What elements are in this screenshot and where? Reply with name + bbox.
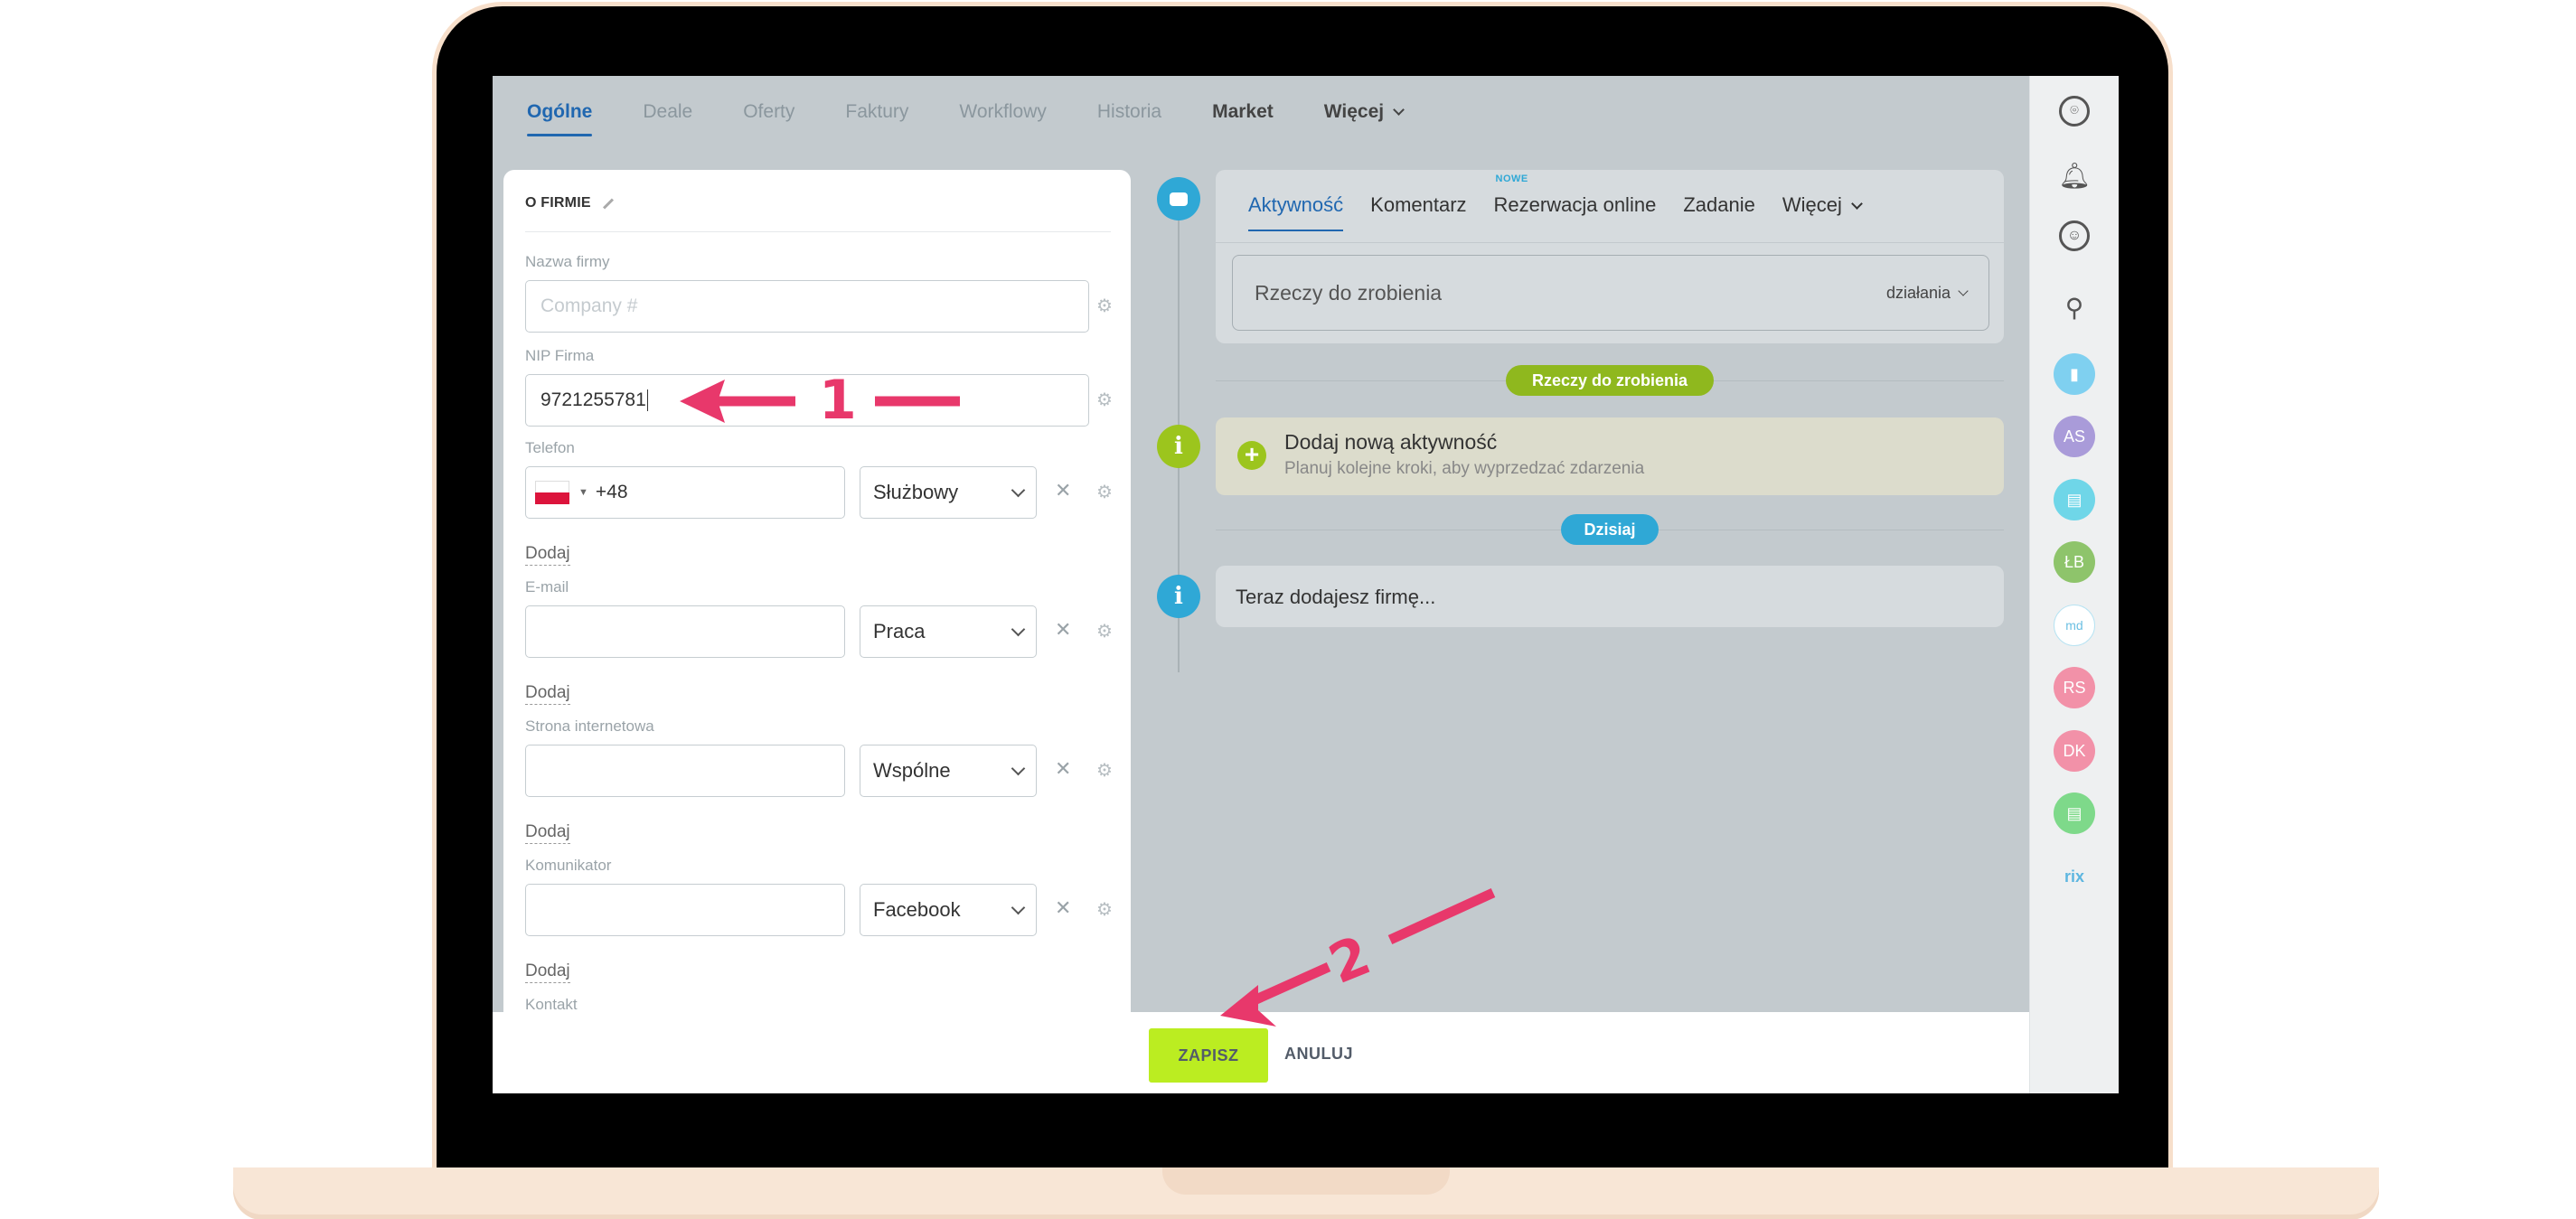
messenger-label: Komunikator — [525, 857, 612, 874]
tab-deale[interactable]: Deale — [643, 99, 692, 139]
save-button[interactable]: ZAPISZ — [1149, 1028, 1268, 1083]
chevron-down-icon — [1958, 285, 1969, 296]
section-header: O FIRMIE — [525, 195, 615, 211]
top-tabs: Ogólne Deale Oferty Faktury Workflowy Hi… — [527, 99, 1453, 139]
todo-input[interactable]: Rzeczy do zrobienia działania — [1232, 255, 1989, 331]
info-text: Teraz dodajesz firmę... — [1236, 586, 1436, 608]
right-sidebar: ⌾ 🔔︎ ☺ ⚲ ▮ AS ▤ ŁB md RS DK ▤ rix — [2029, 76, 2119, 1093]
gear-icon[interactable]: ⚙ — [1096, 620, 1113, 642]
section-title: O FIRMIE — [525, 195, 591, 211]
remove-icon[interactable]: ✕ — [1055, 618, 1071, 642]
remove-icon[interactable]: ✕ — [1055, 757, 1071, 781]
company-name-input[interactable]: Company # — [525, 280, 1089, 333]
tab-more[interactable]: Więcej — [1782, 193, 1863, 217]
tab-historia[interactable]: Historia — [1097, 99, 1161, 139]
notes-icon[interactable]: ▤ — [2054, 792, 2095, 834]
company-name-label: Nazwa firmy — [525, 253, 610, 270]
gear-icon[interactable]: ⚙ — [1096, 481, 1113, 503]
cancel-button[interactable]: ANULUJ — [1284, 1045, 1353, 1064]
nip-value: 9721255781 — [541, 389, 646, 410]
phone-label: Telefon — [525, 439, 575, 456]
today-pill: Dzisiaj — [1561, 514, 1659, 545]
comment-icon — [1157, 177, 1200, 220]
avatar-logo[interactable]: md — [2054, 605, 2095, 646]
avatar-rs[interactable]: RS — [2054, 667, 2095, 708]
todo-pill: Rzeczy do zrobienia — [1506, 365, 1714, 396]
bitrix-logo[interactable]: rix — [2054, 856, 2095, 897]
divider — [525, 231, 1111, 232]
tab-market[interactable]: Market — [1212, 99, 1274, 139]
activity-tabs: Aktywność Komentarz NOWE Rezerwacja onlin… — [1248, 173, 1888, 231]
tab-ogolne[interactable]: Ogólne — [527, 99, 593, 139]
chevron-down-icon — [1393, 104, 1405, 116]
app-screen: Ogólne Deale Oferty Faktury Workflowy Hi… — [493, 76, 2119, 1093]
tab-faktury[interactable]: Faktury — [845, 99, 908, 139]
remove-icon[interactable]: ✕ — [1055, 896, 1071, 920]
search-icon[interactable]: ⚲ — [2054, 286, 2095, 328]
gear-icon[interactable]: ⚙ — [1096, 898, 1113, 921]
tab-rezerwacja-online[interactable]: NOWE Rezerwacja online — [1494, 173, 1657, 217]
pencil-icon[interactable] — [602, 197, 614, 210]
chevron-down-icon — [1011, 900, 1026, 914]
phone-prefix: +48 — [595, 482, 628, 502]
info-icon: i — [1157, 575, 1200, 618]
bell-icon[interactable]: 🔔︎ — [2054, 155, 2095, 196]
website-label: Strona internetowa — [525, 717, 654, 735]
website-type-select[interactable]: Wspólne — [860, 745, 1037, 797]
remove-icon[interactable]: ✕ — [1055, 479, 1071, 502]
email-type-select[interactable]: Praca — [860, 605, 1037, 658]
website-input[interactable] — [525, 745, 845, 797]
avatar-dk[interactable]: DK — [2054, 730, 2095, 772]
gear-icon[interactable]: ⚙ — [1096, 389, 1113, 411]
add-activity-card[interactable]: + Dodaj nową aktywność Planuj kolejne kr… — [1216, 417, 2004, 495]
add-messenger-link[interactable]: Dodaj — [525, 961, 570, 983]
chat-group-icon[interactable]: ▤ — [2054, 479, 2095, 520]
nip-input[interactable]: 9721255781 — [525, 374, 1089, 427]
chevron-down-icon — [1011, 761, 1026, 775]
nip-label: NIP Firma — [525, 347, 595, 364]
gear-icon[interactable]: ⚙ — [1096, 759, 1113, 782]
divider — [1216, 242, 2004, 243]
messenger-input[interactable] — [525, 884, 845, 936]
tab-komentarz[interactable]: Komentarz — [1370, 193, 1466, 217]
copilot-icon[interactable]: ⌾ — [2059, 96, 2090, 127]
poland-flag-icon[interactable] — [535, 481, 569, 504]
gear-icon[interactable]: ⚙ — [1096, 295, 1113, 317]
chevron-down-icon — [1850, 198, 1863, 210]
chevron-down-icon — [1011, 622, 1026, 636]
caret-down-icon: ▼ — [578, 487, 588, 498]
todo-placeholder: Rzeczy do zrobienia — [1255, 280, 1443, 305]
info-icon: i — [1157, 425, 1200, 468]
add-activity-subtitle: Planuj kolejne kroki, aby wyprzedzać zda… — [1284, 459, 1645, 478]
actions-dropdown[interactable]: działania — [1886, 284, 1969, 303]
contact-label: Kontakt — [525, 996, 578, 1013]
text-cursor — [646, 389, 648, 411]
add-phone-link[interactable]: Dodaj — [525, 544, 570, 566]
add-email-link[interactable]: Dodaj — [525, 683, 570, 705]
laptop-notch — [1162, 1167, 1450, 1195]
avatar-as[interactable]: AS — [2054, 416, 2095, 457]
email-label: E-mail — [525, 578, 569, 595]
tab-aktywnosc[interactable]: Aktywność — [1248, 193, 1344, 231]
tab-more[interactable]: Więcej — [1324, 99, 1405, 139]
company-form-card: O FIRMIE Nazwa firmy Company # ⚙ NIP Fir… — [503, 170, 1131, 1093]
bottom-action-bar: ZAPISZ ANULUJ — [493, 1012, 2029, 1093]
plus-icon[interactable]: + — [1237, 441, 1266, 470]
phone-type-select[interactable]: Służbowy — [860, 466, 1037, 519]
phone-input[interactable]: ▼ +48 — [525, 466, 845, 519]
new-badge: NOWE — [1495, 173, 1528, 184]
info-card: Teraz dodajesz firmę... — [1216, 566, 2004, 627]
chevron-down-icon — [1011, 483, 1026, 497]
tab-workflowy[interactable]: Workflowy — [959, 99, 1046, 139]
messenger-type-select[interactable]: Facebook — [860, 884, 1037, 936]
chat-support-icon[interactable]: ☺ — [2059, 220, 2090, 251]
tab-oferty[interactable]: Oferty — [743, 99, 794, 139]
email-input[interactable] — [525, 605, 845, 658]
bookmark-icon[interactable]: ▮ — [2054, 353, 2095, 395]
add-activity-title: Dodaj nową aktywność — [1284, 430, 1498, 454]
avatar-lb[interactable]: ŁB — [2054, 541, 2095, 583]
tab-zadanie[interactable]: Zadanie — [1683, 193, 1755, 217]
activity-editor: Aktywność Komentarz NOWE Rezerwacja onlin… — [1216, 170, 2004, 343]
add-website-link[interactable]: Dodaj — [525, 822, 570, 844]
